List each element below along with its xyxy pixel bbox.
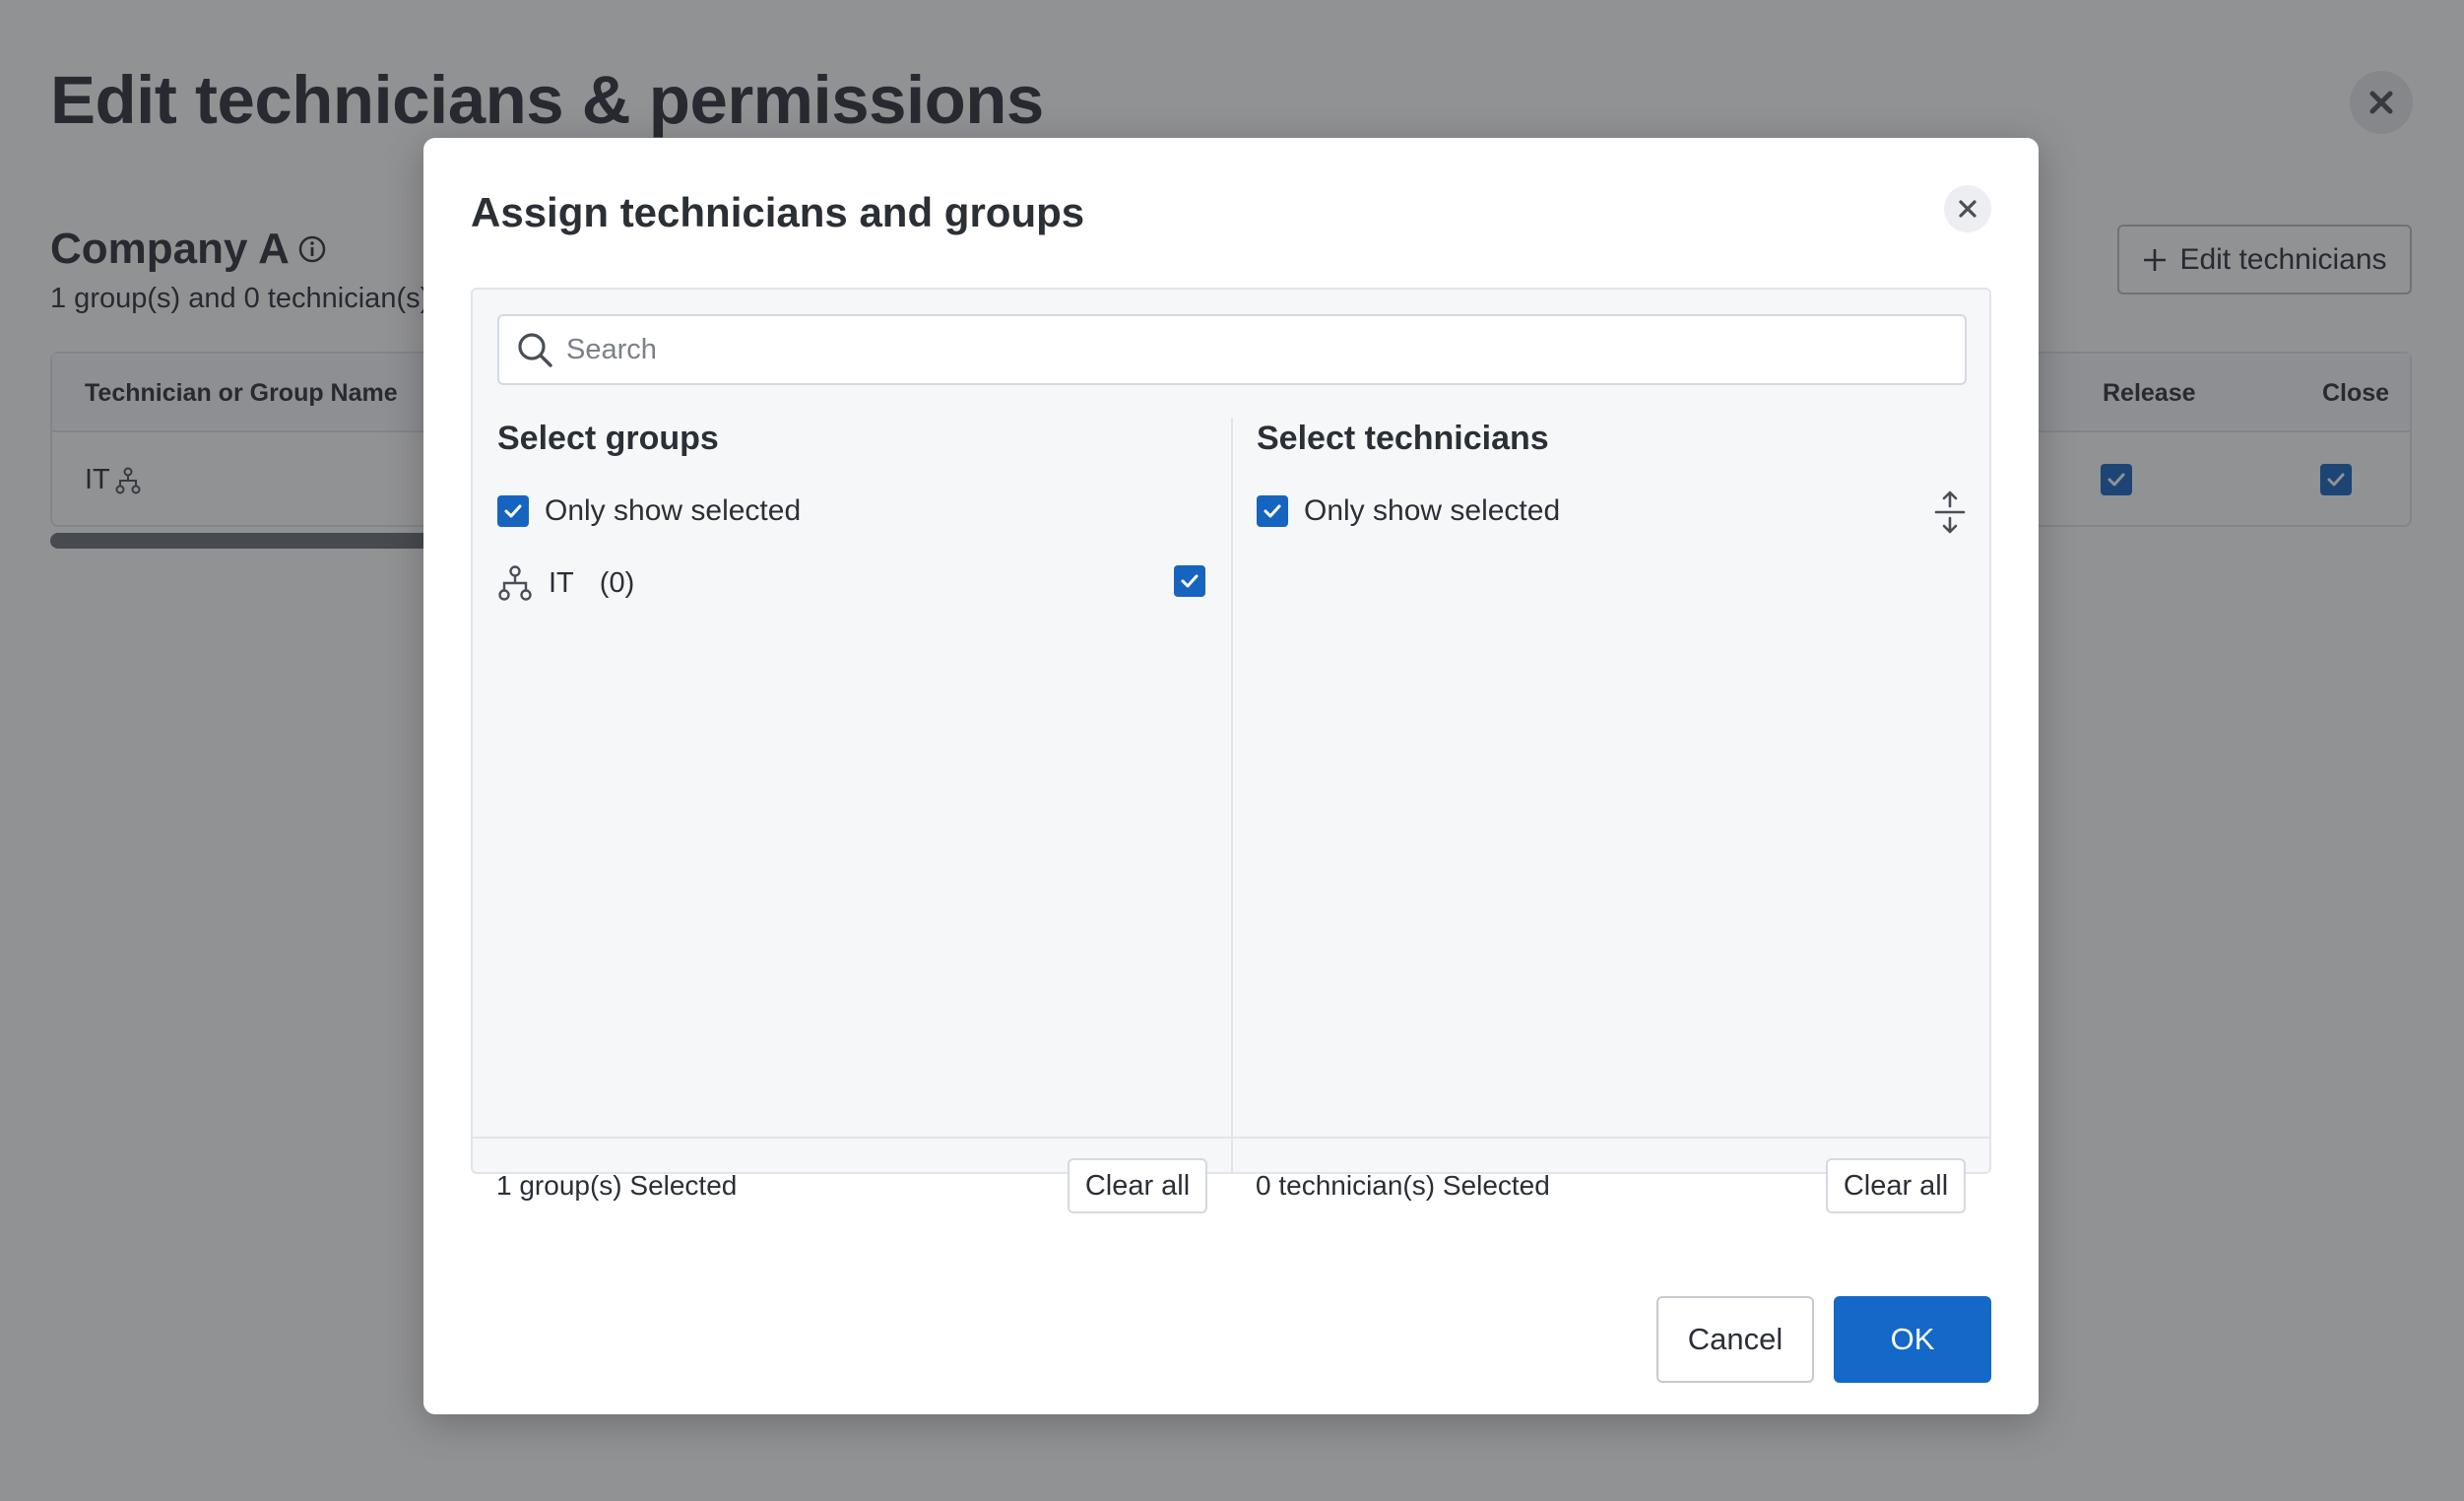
dialog-close-button[interactable] [1944,185,1991,232]
technicians-clear-all-button[interactable]: Clear all [1826,1158,1966,1213]
group-item-checkbox[interactable] [1174,565,1205,597]
search-field [497,314,1967,385]
selection-panel: Select groups Only show selected IT (0 [471,288,1991,1174]
group-item-count: (0) [599,566,635,599]
close-icon [1959,200,1977,218]
group-item-name: IT [549,566,574,599]
groups-only-selected-label: Only show selected [545,494,802,527]
search-icon [518,333,552,367]
search-input[interactable] [566,333,1945,366]
technicians-title: Select technicians [1257,420,1549,457]
panel-footer-divider [473,1137,1989,1139]
group-icon [498,565,532,601]
groups-clear-all-button[interactable]: Clear all [1068,1158,1207,1213]
groups-selected-count: 1 group(s) Selected [496,1170,738,1201]
technicians-selected-count: 0 technician(s) Selected [1256,1170,1550,1201]
groups-only-show-selected[interactable]: Only show selected [497,494,801,528]
list-item[interactable]: IT (0) [497,565,634,601]
technicians-only-selected-checkbox[interactable] [1257,495,1288,527]
column-divider [1231,418,1233,1172]
check-icon [1264,504,1281,518]
groups-title: Select groups [497,420,719,457]
cancel-button[interactable]: Cancel [1656,1296,1814,1383]
groups-only-selected-checkbox[interactable] [497,495,529,527]
technicians-only-selected-label: Only show selected [1304,494,1561,527]
assign-dialog: Assign technicians and groups Select gro… [423,138,2039,1414]
app-screen: Edit technicians & permissions Company A… [0,0,2464,1501]
check-icon [1181,574,1199,588]
technicians-only-show-selected[interactable]: Only show selected [1257,494,1560,528]
check-icon [504,504,522,518]
collapse-icon[interactable] [1932,490,1968,534]
ok-button[interactable]: OK [1834,1296,1991,1383]
dialog-title: Assign technicians and groups [471,189,1085,235]
